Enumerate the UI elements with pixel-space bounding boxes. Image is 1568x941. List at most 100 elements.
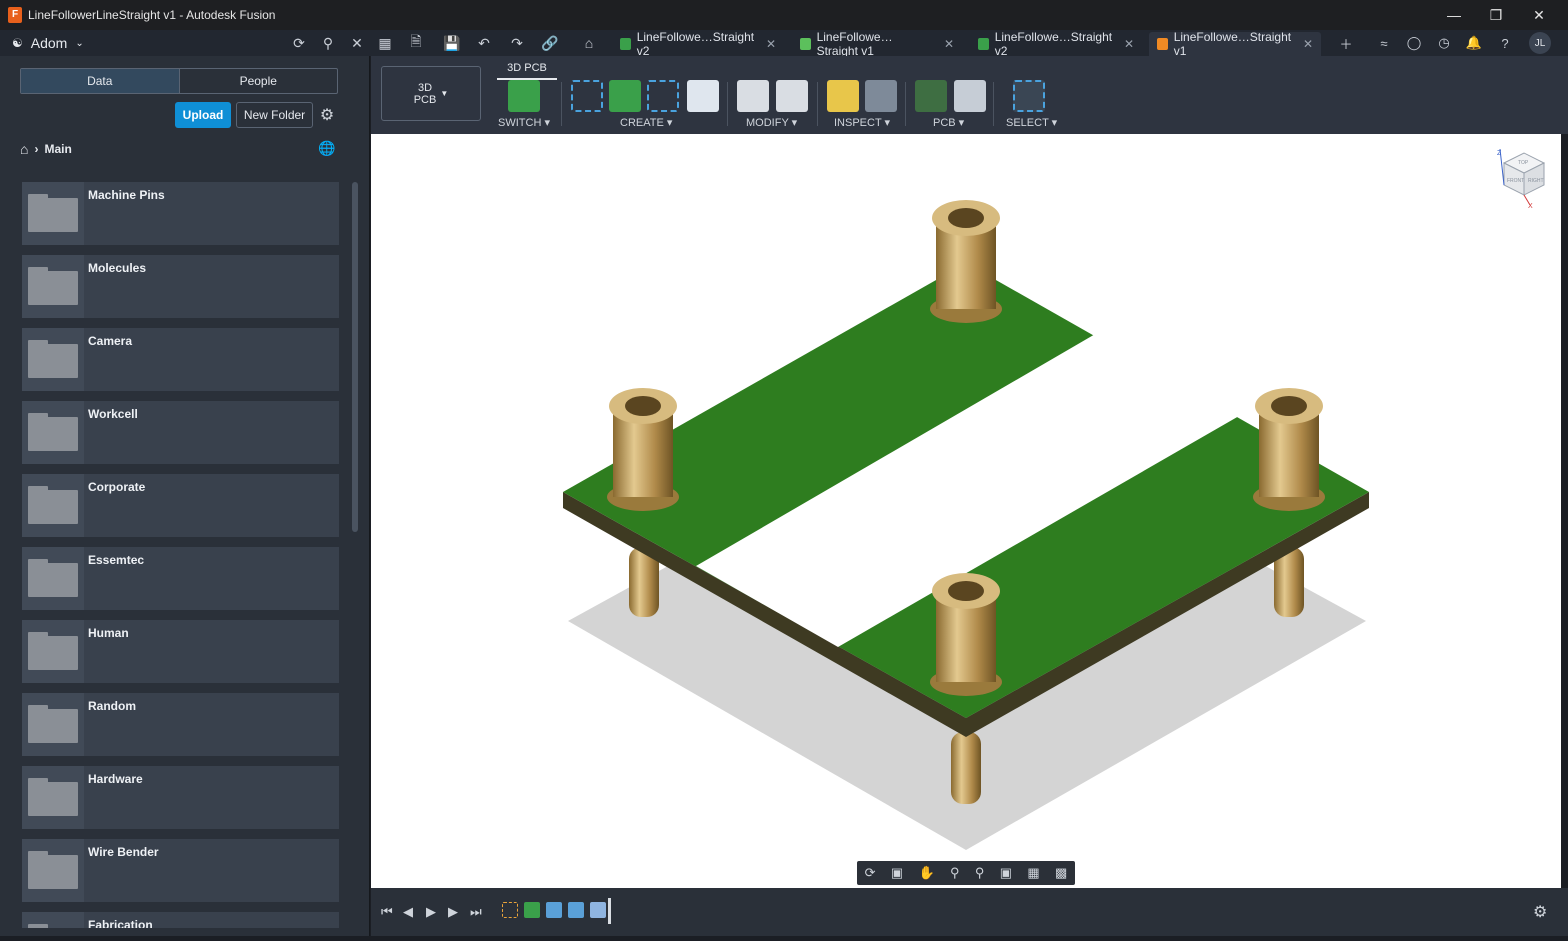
globe-icon[interactable]: 🌐 [318,140,335,157]
folder-item[interactable]: Machine Pins [22,182,339,245]
extensions-icon[interactable]: ≈ [1371,30,1397,56]
pcb-group-label[interactable]: PCB ▾ [933,116,964,129]
component-icon[interactable] [609,80,641,112]
switch-group-label[interactable]: SWITCH ▾ [498,116,550,129]
timeline-image-feature[interactable] [568,902,584,918]
timeline-marker[interactable] [608,898,611,924]
3d-viewport[interactable] [371,134,1561,888]
tab-3d-pcb[interactable]: 3D PCB [497,58,557,80]
timeline-prev-icon[interactable]: ◀ [403,904,413,920]
viewports-icon[interactable]: ▩ [1055,865,1067,881]
section-analysis-icon[interactable] [865,80,897,112]
modify-group-label[interactable]: MODIFY ▾ [746,116,797,129]
breadcrumb-main[interactable]: Main [44,142,71,156]
doc-tab-3[interactable]: LineFollowe…Straight v2 ✕ [970,30,1142,58]
folder-item[interactable]: Hardware [22,766,339,829]
orbit-icon[interactable]: ⟳ [865,865,876,881]
pcb-model[interactable] [371,134,1561,888]
doc-tab-2[interactable]: LineFollowe…Straight v1 ✕ [792,30,962,58]
fit-icon[interactable]: ⚲ [975,865,985,881]
measure-icon[interactable] [827,80,859,112]
select-icon[interactable] [1013,80,1045,112]
inspect-group-label[interactable]: INSPECT ▾ [834,116,890,129]
grid-apps-icon[interactable]: ▦ [373,30,397,56]
folder-name: Fabrication [88,918,153,928]
doc-tab-1[interactable]: LineFollowe…Straight v2 ✕ [612,30,784,58]
derive-icon[interactable] [687,80,719,112]
close-window-button[interactable]: ✕ [1517,0,1561,30]
folder-item[interactable]: Molecules [22,255,339,318]
redo-icon[interactable]: ↷ [505,30,529,56]
look-at-icon[interactable]: ▣ [891,865,903,881]
timeline-settings-gear-icon[interactable]: ⚙ [1533,902,1547,922]
gear-icon[interactable]: ⚙ [317,102,337,128]
folder-item[interactable]: Random [22,693,339,756]
timeline-component-feature[interactable] [590,902,606,918]
select-group-label[interactable]: SELECT ▾ [1006,116,1057,129]
minimize-button[interactable]: — [1432,0,1476,30]
pcb-settings-icon[interactable] [954,80,986,112]
display-settings-icon[interactable]: ▣ [1000,865,1012,881]
tab-people[interactable]: People [180,69,338,93]
outline-icon[interactable] [647,80,679,112]
move-icon[interactable] [776,80,808,112]
timeline-image-feature[interactable] [546,902,562,918]
folder-list-scrollbar[interactable] [352,182,358,532]
switch-icon[interactable] [508,80,540,112]
save-icon[interactable]: 💾 [440,30,464,56]
sketch-icon[interactable] [571,80,603,112]
new-tab-icon[interactable]: ＋ [1333,30,1359,56]
folder-item[interactable]: Human [22,620,339,683]
timeline-next-icon[interactable]: ▶ [448,904,458,920]
home-icon[interactable]: ⌂ [20,141,28,157]
folder-list: Machine Pins Molecules Camera Workcell Corpo… [22,182,340,928]
zoom-icon[interactable]: ⚲ [950,865,960,881]
timeline-sketch-feature[interactable] [502,902,518,918]
job-status-icon[interactable]: ◷ [1431,30,1457,56]
pan-hand-icon[interactable]: ✋ [919,865,935,881]
help-icon[interactable]: ? [1492,30,1518,56]
close-tab-icon[interactable]: ✕ [1124,37,1134,51]
close-tab-icon[interactable]: ✕ [766,37,776,51]
create-group-label[interactable]: CREATE ▾ [620,116,672,129]
folder-item[interactable]: Camera [22,328,339,391]
press-pull-icon[interactable] [737,80,769,112]
team-switcher[interactable]: ☯ Adom ⌄ [12,35,84,51]
viewcube[interactable]: Z X TOP FRONT RIGHT [1494,145,1550,209]
timeline-start-icon[interactable]: ⏮ [381,904,393,920]
folder-item[interactable]: Fabrication [22,912,339,928]
new-folder-button[interactable]: New Folder [236,102,313,128]
upload-button[interactable]: Upload [175,102,231,128]
refresh-icon[interactable]: ⟳ [287,30,311,56]
online-status-icon[interactable]: ◯ [1401,30,1427,56]
file-menu-icon[interactable]: 🗎 [404,30,428,56]
restore-button[interactable]: ❐ [1474,0,1518,30]
folder-item[interactable]: Corporate [22,474,339,537]
folder-name: Machine Pins [88,188,165,202]
folder-thumbnail [22,912,84,928]
pcb-link-icon[interactable] [915,80,947,112]
divider [993,82,994,126]
home-icon[interactable]: ⌂ [577,30,601,56]
doc-tab-4-active[interactable]: LineFollowe…Straight v1 ✕ [1149,30,1321,58]
workspace-switcher[interactable]: 3D PCB ▼ [381,66,481,121]
folder-item[interactable]: Wire Bender [22,839,339,902]
link-icon[interactable]: 🔗 [538,30,562,56]
close-tab-icon[interactable]: ✕ [1303,37,1313,51]
timeline-end-icon[interactable]: ⏭ [470,904,482,920]
viewcube-front-label: FRONT [1507,178,1524,184]
folder-name: Molecules [88,261,147,275]
tab-data[interactable]: Data [21,69,180,93]
avatar[interactable]: JL [1529,32,1551,54]
timeline-play-icon[interactable]: ▶ [426,904,436,920]
close-panel-icon[interactable]: ✕ [345,30,369,56]
folder-item[interactable]: Workcell [22,401,339,464]
search-icon[interactable]: ⚲ [316,30,340,56]
timeline-board-feature[interactable] [524,902,540,918]
notifications-bell-icon[interactable]: 🔔 [1461,30,1487,56]
close-tab-icon[interactable]: ✕ [944,37,954,51]
folder-item[interactable]: Essemtec [22,547,339,610]
undo-icon[interactable]: ↶ [472,30,496,56]
grid-settings-icon[interactable]: ▦ [1027,865,1039,881]
workspace-label: 3D PCB [413,81,437,106]
